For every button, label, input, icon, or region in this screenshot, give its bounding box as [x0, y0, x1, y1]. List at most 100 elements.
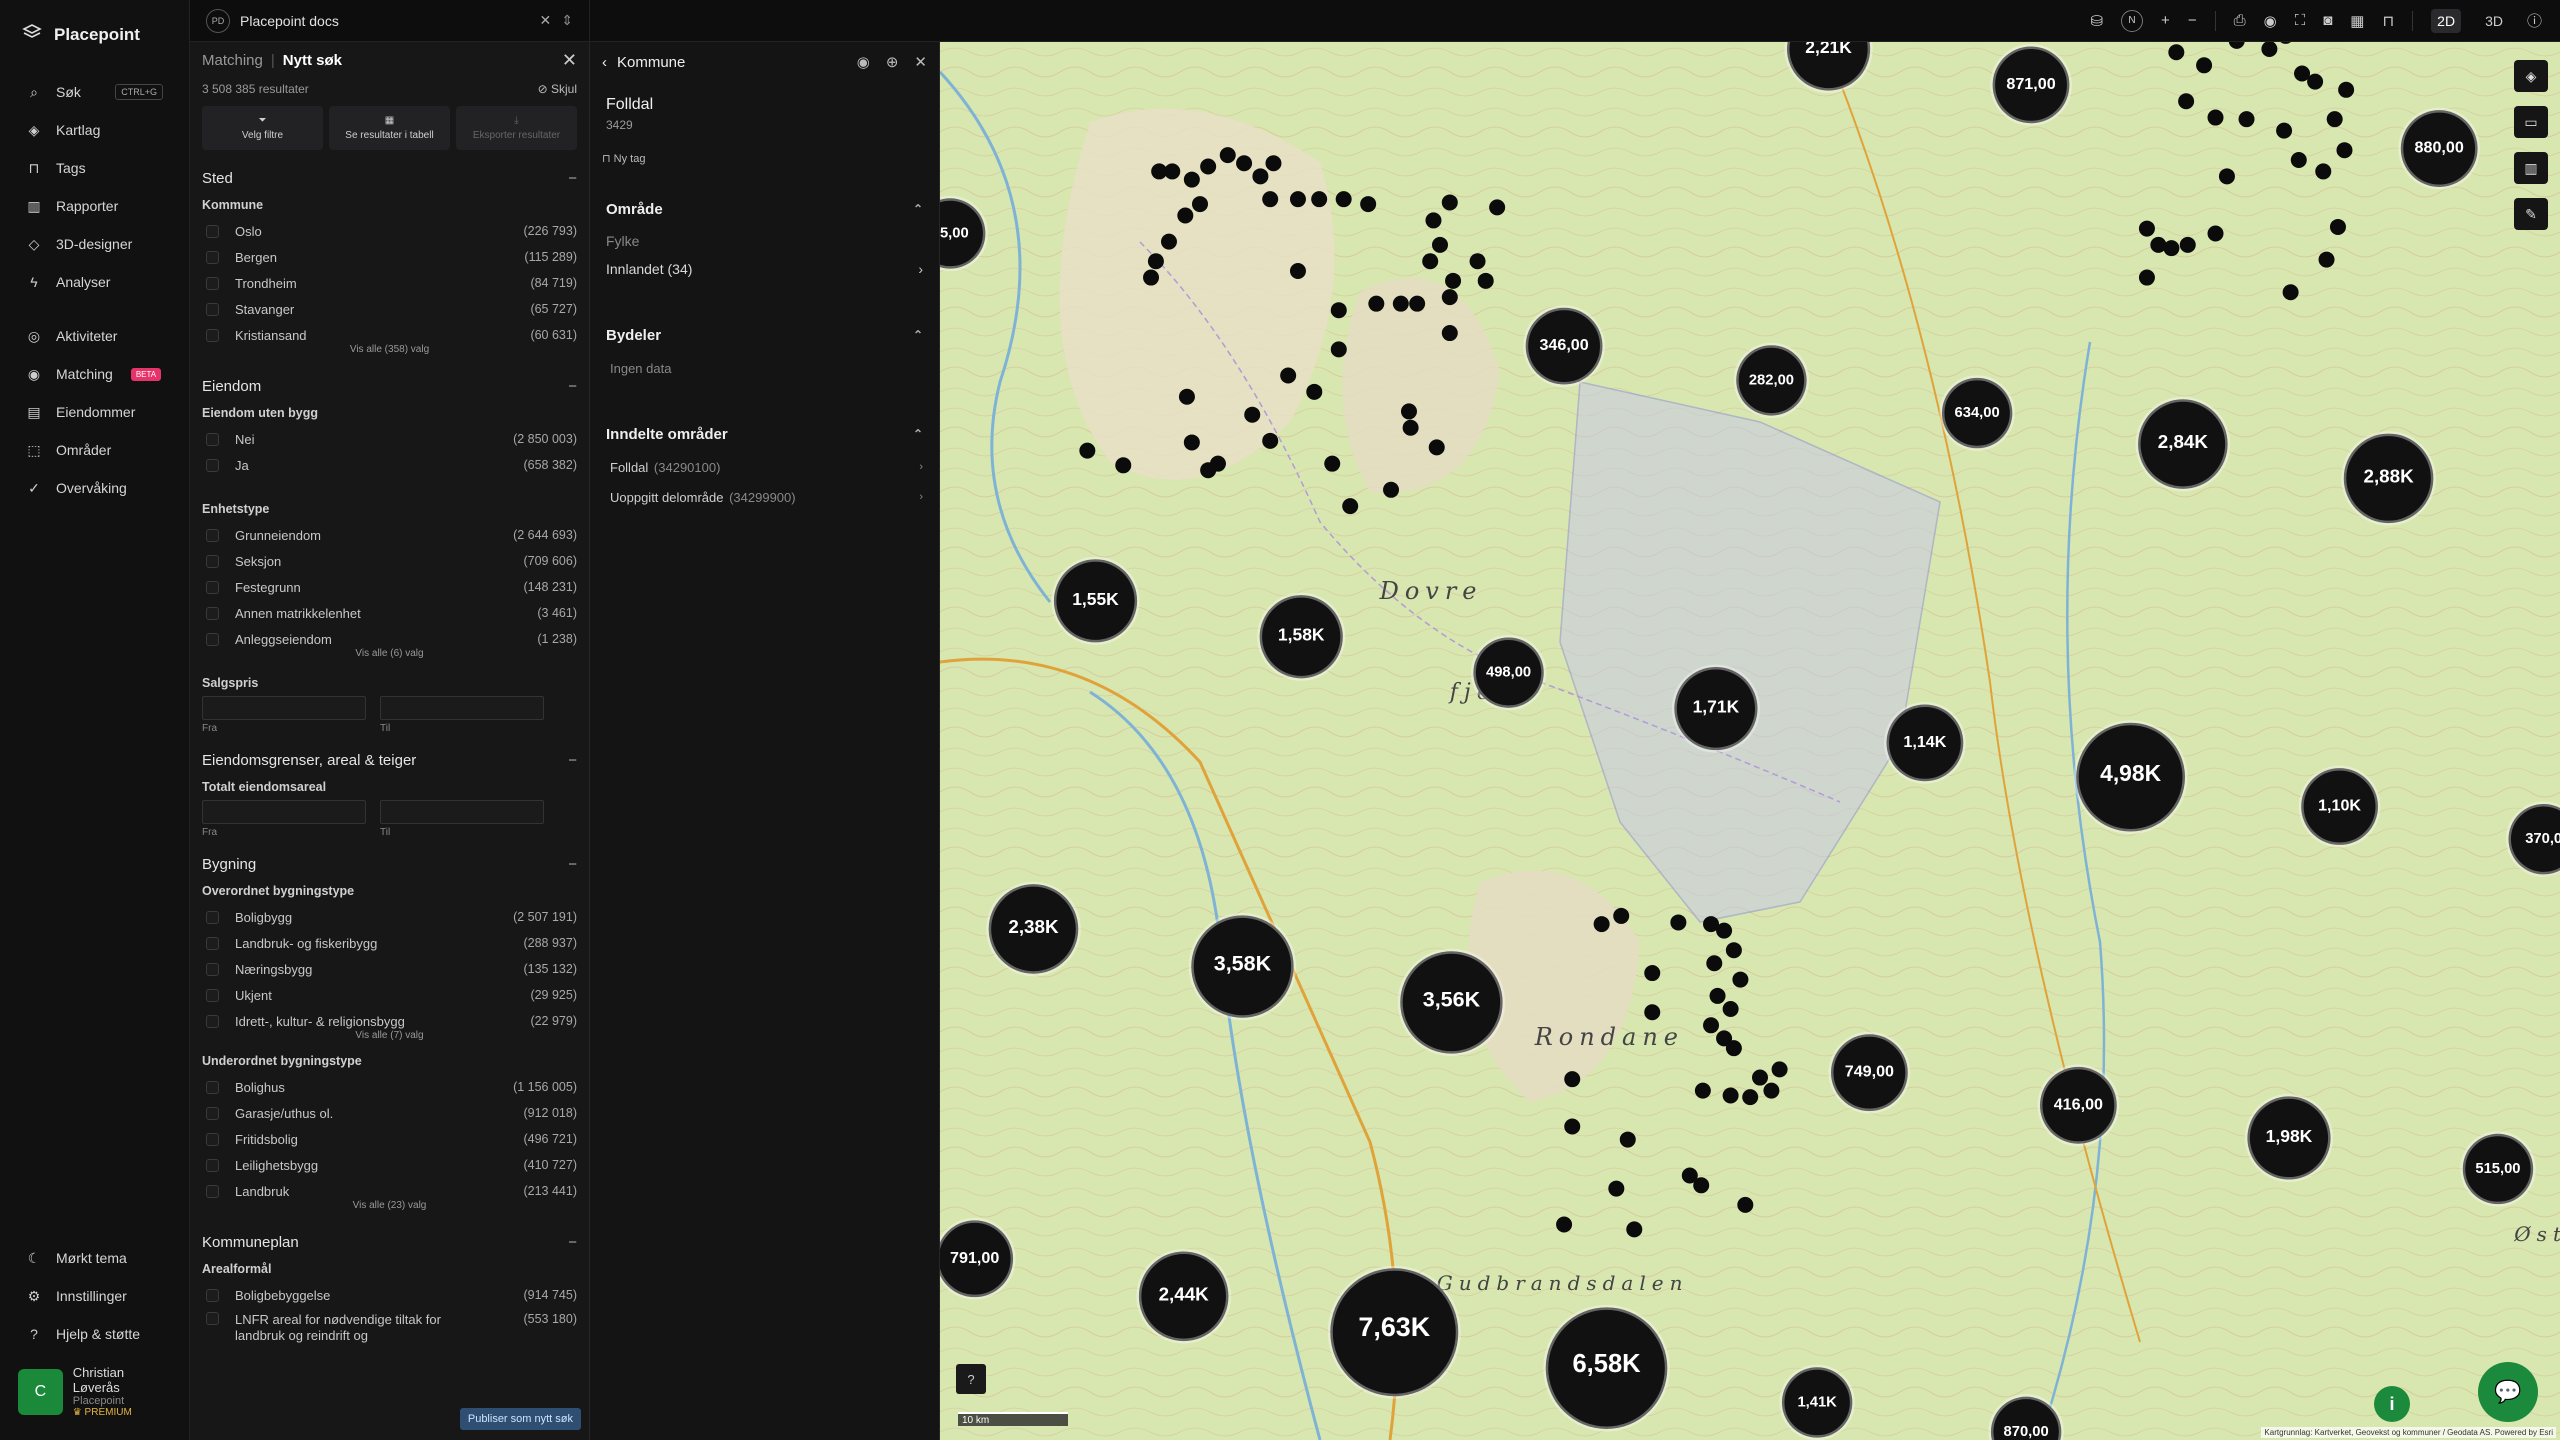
checkbox[interactable]	[206, 1158, 219, 1172]
eye-icon[interactable]: ◉	[857, 53, 870, 71]
property-point[interactable]	[1183, 171, 1200, 188]
cluster-marker[interactable]: 634,00	[1939, 375, 2015, 451]
cluster-marker[interactable]: 282,00	[1733, 342, 1810, 419]
property-point[interactable]	[1441, 194, 1458, 211]
cluster-marker[interactable]: 1,58K	[1257, 592, 1346, 681]
checkbox[interactable]	[206, 554, 219, 568]
property-point[interactable]	[1441, 289, 1458, 306]
property-point[interactable]	[2179, 236, 2196, 253]
mode-3d-button[interactable]: 3D	[2479, 9, 2509, 33]
checkbox[interactable]	[206, 910, 219, 924]
area-to-input[interactable]	[380, 800, 544, 824]
cluster-marker[interactable]: 4,98K	[2073, 720, 2188, 835]
property-point[interactable]	[1732, 971, 1749, 988]
property-point[interactable]	[1722, 1087, 1739, 1104]
property-point[interactable]	[2196, 57, 2213, 74]
property-point[interactable]	[1593, 916, 1610, 933]
chevron-up-icon[interactable]: ⌃	[913, 202, 923, 216]
property-point[interactable]	[1725, 1040, 1742, 1057]
checkbox-option[interactable]: Boligbebyggelse (914 745)	[202, 1282, 577, 1308]
property-point[interactable]	[2338, 81, 2355, 98]
property-point[interactable]	[1402, 419, 1419, 436]
cluster-marker[interactable]: 2,88K	[2341, 431, 2436, 526]
section-header[interactable]: Bygning −	[202, 850, 577, 878]
property-point[interactable]	[1469, 253, 1486, 270]
map-canvas[interactable]: DovrefjellRondaneGudbrandsdalenØsterdale…	[940, 42, 2560, 1440]
cluster-marker[interactable]: 498,00	[1470, 634, 1547, 711]
user-profile[interactable]: C Christian Løverås Placepoint ♛ PREMIUM	[0, 1353, 190, 1440]
cluster-marker[interactable]: 1,98K	[2244, 1093, 2334, 1183]
nav-item-aktiviteter[interactable]: ◎ Aktiviteter	[0, 317, 189, 355]
checkbox-option[interactable]: Bergen (115 289)	[202, 244, 577, 270]
property-point[interactable]	[1477, 272, 1494, 289]
collapse-icon[interactable]: −	[568, 856, 577, 873]
checkbox-option[interactable]: Trondheim (84 719)	[202, 270, 577, 296]
section-header[interactable]: Område ⌃	[606, 191, 923, 227]
property-point[interactable]	[2290, 152, 2307, 168]
property-point[interactable]	[1742, 1089, 1759, 1106]
cluster-marker[interactable]: 3,58K	[1188, 912, 1297, 1021]
property-point[interactable]	[1360, 196, 1377, 213]
checkbox[interactable]	[206, 1288, 219, 1302]
nav-item-sok[interactable]: ⌕ Søk CTRL+G	[0, 73, 189, 111]
checkbox-option[interactable]: Ja (658 382)	[202, 452, 577, 478]
checkbox-option[interactable]: Boligbygg (2 507 191)	[202, 904, 577, 930]
property-point[interactable]	[1441, 325, 1458, 342]
checkbox-option[interactable]: Landbruk- og fiskeribygg (288 937)	[202, 930, 577, 956]
checkbox-option[interactable]: Festegrunn (148 231)	[202, 574, 577, 600]
checkbox[interactable]	[206, 302, 219, 316]
checkbox[interactable]	[206, 936, 219, 950]
checkbox-option[interactable]: Grunneiendom (2 644 693)	[202, 522, 577, 548]
eye-icon[interactable]: ◉	[2264, 12, 2277, 30]
checkbox-option[interactable]: Stavanger (65 727)	[202, 296, 577, 322]
property-point[interactable]	[1219, 147, 1236, 164]
close-icon[interactable]: ✕	[914, 53, 927, 71]
property-point[interactable]	[1265, 155, 1282, 172]
fylke-link[interactable]: Innlandet (34) ›	[606, 261, 923, 277]
property-point[interactable]	[1722, 1000, 1739, 1017]
nav-item-omrader[interactable]: ⬚ Områder	[0, 431, 189, 469]
property-point[interactable]	[1164, 163, 1181, 180]
price-to-input[interactable]	[380, 696, 544, 720]
property-point[interactable]	[1342, 498, 1359, 515]
checkbox-option[interactable]: Leilighetsbygg (410 727)	[202, 1152, 577, 1178]
property-point[interactable]	[2207, 225, 2224, 242]
checkbox[interactable]	[206, 1132, 219, 1146]
cluster-marker[interactable]: 1,14K	[1883, 701, 1966, 784]
help-icon[interactable]: ?	[956, 1364, 986, 1394]
checkbox[interactable]	[206, 606, 219, 620]
zoom-out-icon[interactable]: −	[2188, 12, 2197, 29]
property-point[interactable]	[2307, 73, 2324, 90]
print-icon[interactable]: ⎙	[2234, 12, 2246, 29]
property-point[interactable]	[1670, 914, 1687, 931]
checkbox[interactable]	[206, 1184, 219, 1198]
cluster-marker[interactable]: 2,44K	[1136, 1249, 1231, 1344]
area-from-input[interactable]	[202, 800, 366, 824]
property-point[interactable]	[1693, 1177, 1710, 1194]
checkbox[interactable]	[206, 250, 219, 264]
checkbox-option[interactable]: Bolighus (1 156 005)	[202, 1074, 577, 1100]
property-point[interactable]	[1289, 263, 1306, 280]
property-point[interactable]	[1383, 481, 1400, 498]
nav-item-settings[interactable]: ⚙ Innstillinger	[0, 1277, 190, 1315]
info-icon[interactable]: i	[2374, 1386, 2410, 1422]
info-icon[interactable]: ⓘ	[2527, 10, 2542, 31]
property-point[interactable]	[1644, 965, 1661, 982]
property-point[interactable]	[1392, 295, 1409, 312]
property-point[interactable]	[1694, 1082, 1711, 1099]
checkbox[interactable]	[206, 1312, 219, 1325]
layer-toggle-icon[interactable]: ◈	[2514, 60, 2548, 92]
property-point[interactable]	[1280, 367, 1297, 384]
chevron-updown-icon[interactable]: ⇕	[561, 12, 573, 29]
checkbox[interactable]	[206, 224, 219, 238]
checkbox[interactable]	[206, 528, 219, 542]
collapse-icon[interactable]: −	[568, 170, 577, 187]
property-point[interactable]	[2315, 163, 2332, 180]
clear-icon[interactable]: ✕	[540, 12, 552, 29]
new-tag-button[interactable]: ⊓ Ny tag	[590, 136, 939, 181]
tab-new-search[interactable]: Nytt søk	[283, 52, 342, 69]
property-point[interactable]	[1703, 1017, 1720, 1034]
property-point[interactable]	[2238, 111, 2255, 128]
checkbox[interactable]	[206, 458, 219, 472]
property-point[interactable]	[1143, 269, 1160, 286]
